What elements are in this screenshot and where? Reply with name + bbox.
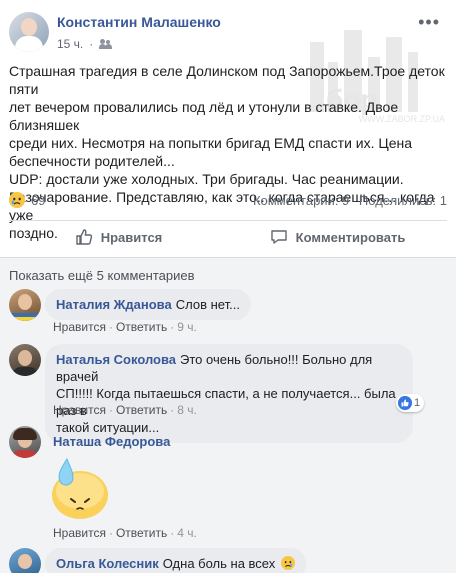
crying-emoji-icon — [280, 556, 295, 570]
like-button-label: Нравится — [100, 229, 163, 245]
comment-icon — [270, 230, 287, 244]
comment-text: Слов нет... — [175, 297, 240, 312]
comment-actions: Нравится · Ответить · 9 ч. — [53, 320, 197, 334]
comment-like-link[interactable]: Нравится — [53, 320, 106, 334]
comment-bubble: Ольга Колесник Одна боль на всех — [45, 548, 306, 573]
comment-actions: Нравится · Ответить · 4 ч. — [53, 526, 197, 540]
sad-emoji-icon — [9, 192, 25, 208]
commenter-name[interactable]: Наталья Соколова — [56, 352, 176, 367]
comment-like-count: 1 — [414, 397, 421, 409]
commenter-name[interactable]: Ольга Колесник — [56, 556, 159, 571]
comment-bubble: Наталия Жданова Слов нет... — [45, 289, 251, 320]
friends-icon — [99, 39, 113, 49]
commenter-avatar[interactable] — [9, 548, 41, 573]
commenter-avatar[interactable] — [9, 289, 41, 321]
commenter-avatar[interactable] — [9, 344, 41, 376]
comment-actions: Нравится · Ответить · 8 ч. — [53, 403, 197, 417]
comment-button-label: Комментировать — [295, 229, 406, 245]
comment-button[interactable]: Комментировать — [228, 222, 447, 252]
sad-sweat-sticker — [52, 457, 108, 519]
commenter-name[interactable]: Наталия Жданова — [56, 297, 172, 312]
like-button[interactable]: Нравится — [9, 222, 228, 252]
post-time[interactable]: 15 ч. — [57, 37, 83, 51]
comment-time[interactable]: 8 ч. — [177, 403, 197, 417]
reaction-count[interactable]: 69 — [31, 193, 45, 208]
post-author-name[interactable]: Константин Малашенко — [57, 14, 221, 30]
shares-count-link[interactable]: Поделились: 1 — [359, 193, 447, 208]
post-card: Константин Малашенко 15 ч. · ••• бор WWW… — [0, 0, 456, 258]
comments-count-link[interactable]: Комментарии: 9 — [253, 193, 349, 208]
comment-reactions-badge[interactable]: 1 — [396, 394, 425, 412]
commenter-avatar[interactable] — [9, 426, 41, 458]
comment-reply-link[interactable]: Ответить — [116, 526, 167, 540]
post-actions-bar: Нравится Комментировать — [9, 222, 447, 252]
comment-text: Одна боль на всех — [162, 556, 276, 571]
engagement-counts: Комментарии: 9 Поделились: 1 — [247, 193, 447, 208]
comment-time[interactable]: 4 ч. — [177, 526, 197, 540]
author-avatar[interactable] — [9, 12, 49, 52]
like-reaction-icon — [398, 396, 412, 410]
thumbs-up-icon — [76, 229, 92, 245]
comment-like-link[interactable]: Нравится — [53, 526, 106, 540]
comment-time[interactable]: 9 ч. — [177, 320, 197, 334]
post-text: Страшная трагедия в селе Долинском под З… — [9, 63, 445, 241]
reactions-summary[interactable]: 69 — [9, 192, 45, 208]
commenter-name[interactable]: Наташа Федорова — [53, 434, 170, 449]
dot-separator: · — [89, 37, 94, 51]
comment-reply-link[interactable]: Ответить — [116, 403, 167, 417]
comments-section: Показать ещё 5 комментариев Наталия Ждан… — [0, 258, 456, 573]
post-meta: 15 ч. · — [57, 37, 113, 51]
show-more-comments-link[interactable]: Показать ещё 5 комментариев — [9, 268, 195, 283]
comment-reply-link[interactable]: Ответить — [116, 320, 167, 334]
divider — [9, 220, 447, 221]
comment-like-link[interactable]: Нравится — [53, 403, 106, 417]
comment-bubble: Наталья Соколова Это очень больно!!! Боль… — [45, 344, 413, 443]
comment-text-line3: такой ситуации... — [56, 420, 160, 435]
